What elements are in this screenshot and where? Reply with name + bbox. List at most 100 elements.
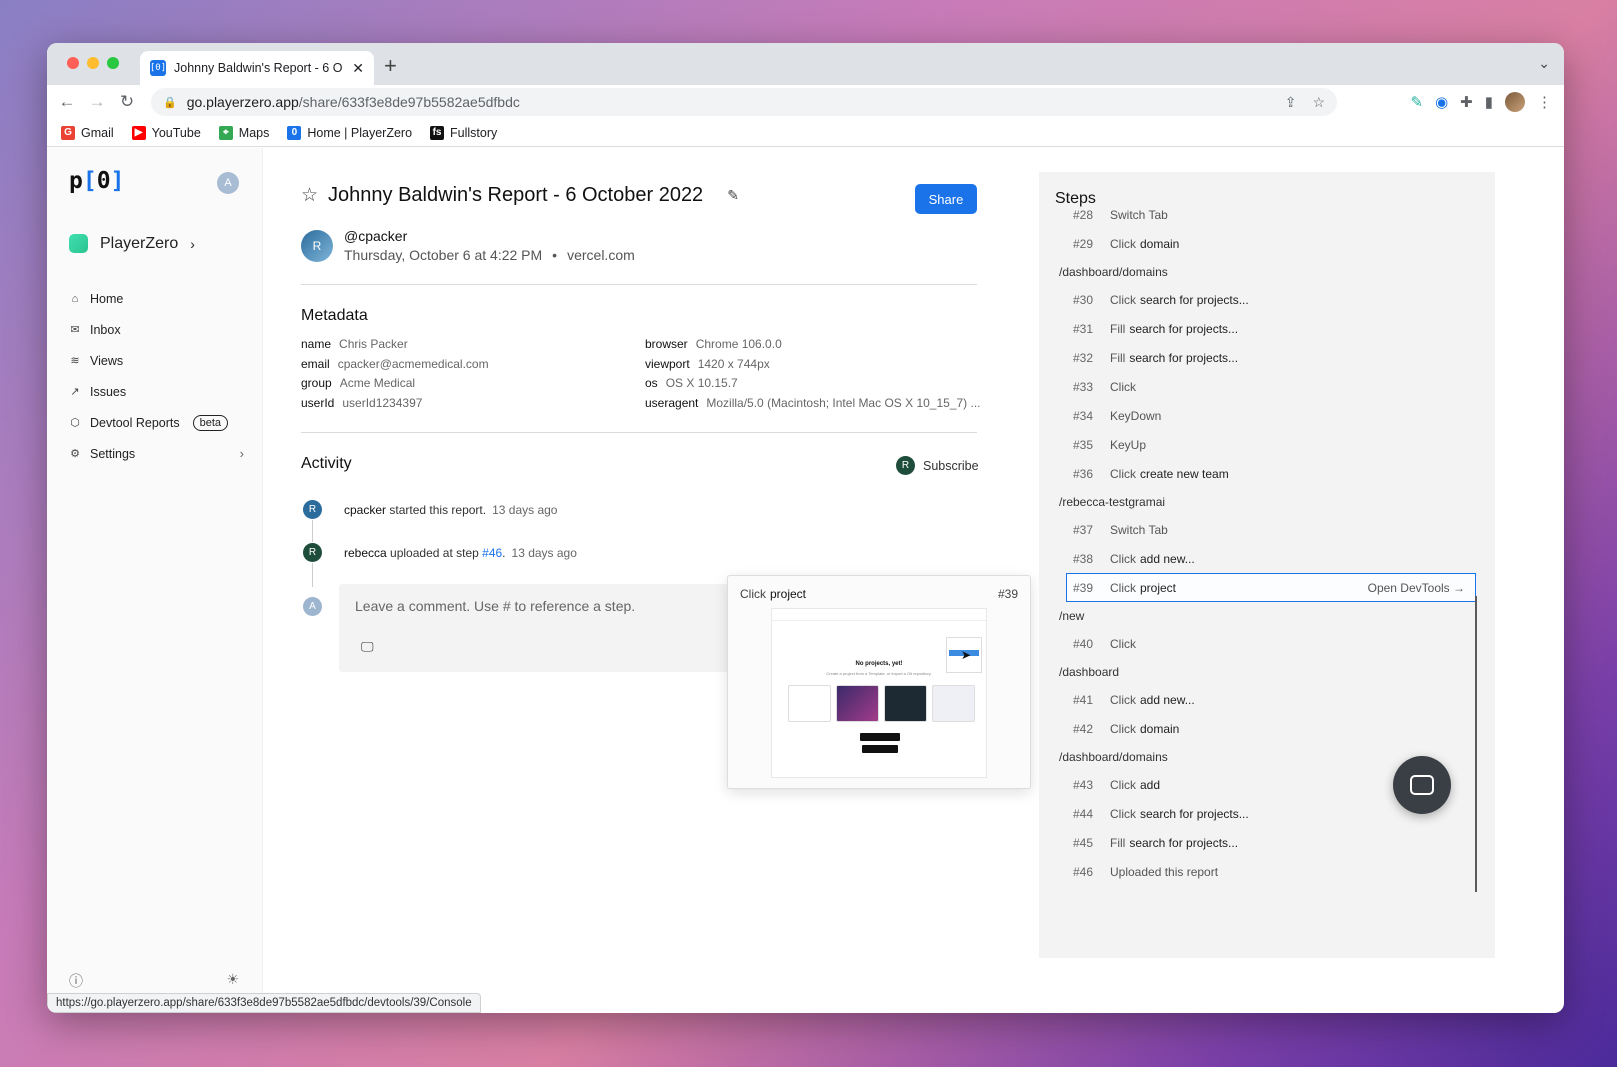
step-target: add new... xyxy=(1140,692,1195,707)
sidebar-item-inbox[interactable]: ✉ Inbox xyxy=(69,314,244,345)
browser-toolbar: ← → ↻ 🔒 go.playerzero.app/share/633f3e8d… xyxy=(47,85,1564,119)
bookmark-item[interactable]: ▶ YouTube xyxy=(131,125,201,140)
steps-scrollbar[interactable] xyxy=(1475,596,1477,892)
close-window-button[interactable] xyxy=(67,57,79,69)
divider xyxy=(301,284,977,285)
step-number: #45 xyxy=(1073,835,1094,850)
main-content: ☆ Johnny Baldwin's Report - 6 October 20… xyxy=(263,148,1564,1013)
playerzero-logo[interactable]: p[0] xyxy=(69,168,124,194)
sidebar-item-views[interactable]: ≋ Views xyxy=(69,345,244,376)
reload-icon[interactable]: ↻ xyxy=(112,92,142,112)
profile-avatar[interactable] xyxy=(1505,92,1525,112)
step-item[interactable]: #30 Click search for projects... xyxy=(1039,285,1477,314)
preview-screenshot[interactable]: No projects, yet! Create a project from … xyxy=(771,608,987,778)
step-item[interactable]: #42 Click domain xyxy=(1039,714,1477,743)
bookmark-star-icon[interactable]: ☆ xyxy=(1312,94,1325,111)
help-icon[interactable]: ⓘ xyxy=(69,971,83,991)
metadata-key: name xyxy=(301,337,332,351)
step-verb: KeyUp xyxy=(1110,437,1147,452)
sidebar-item-issues[interactable]: ↗ Issues xyxy=(69,376,244,407)
cursor-arrow-icon: ➤ xyxy=(961,648,972,662)
step-item[interactable]: #38 Click add new... xyxy=(1039,544,1477,573)
step-item[interactable]: #45 Fill search for projects... xyxy=(1039,828,1477,857)
minimize-window-button[interactable] xyxy=(87,57,99,69)
tab-search-chevron-icon[interactable]: ⌄ xyxy=(1538,55,1550,72)
share-button[interactable]: Share xyxy=(915,184,977,214)
step-verb: Click xyxy=(1110,721,1136,736)
step-item[interactable]: #41 Click add new... xyxy=(1039,685,1477,714)
bookmark-label: Home | PlayerZero xyxy=(307,125,413,140)
step-item[interactable]: #35 KeyUp xyxy=(1039,430,1477,459)
metadata-key: email xyxy=(301,356,330,371)
step-item[interactable]: #31 Fill search for projects... xyxy=(1039,314,1477,343)
step-number: #37 xyxy=(1073,522,1094,537)
kebab-menu-icon[interactable]: ⋮ xyxy=(1537,93,1552,111)
thumb-card xyxy=(884,685,927,722)
bookmark-item[interactable]: 0 Home | PlayerZero xyxy=(287,125,413,140)
activity-avatar: R xyxy=(303,500,322,519)
step-number: #36 xyxy=(1073,466,1094,481)
sidebar-item-label: Devtool Reports xyxy=(90,415,180,430)
step-number: #30 xyxy=(1073,292,1094,307)
user-avatar[interactable]: A xyxy=(217,172,239,194)
step-item[interactable]: #36 Click create new team xyxy=(1039,459,1477,488)
tab-title: Johnny Baldwin's Report - 6 O xyxy=(174,61,343,75)
step-reference-link[interactable]: #46 xyxy=(482,546,502,560)
sidebar-item-settings[interactable]: ⚙ Settings › xyxy=(69,438,244,469)
step-number: #38 xyxy=(1073,551,1094,566)
activity-text: cpacker started this report. 13 days ago xyxy=(344,503,557,517)
forward-arrow-icon[interactable]: → xyxy=(82,92,112,112)
theme-sun-icon[interactable]: ☀ xyxy=(226,971,239,991)
thumb-button xyxy=(862,745,898,753)
activity-avatar: R xyxy=(303,543,322,562)
sidebar-item-label: Inbox xyxy=(90,322,121,337)
back-arrow-icon[interactable]: ← xyxy=(52,92,82,112)
bookmark-item[interactable]: ⌖ Maps xyxy=(218,125,270,140)
subscribe-button[interactable]: R Subscribe xyxy=(896,456,979,475)
chevron-right-icon: › xyxy=(190,235,195,252)
step-item[interactable]: #34 KeyDown xyxy=(1039,401,1477,430)
org-switcher[interactable]: PlayerZero › xyxy=(69,234,195,253)
step-verb: Click xyxy=(1110,777,1136,792)
subscriber-avatar: R xyxy=(896,456,915,475)
preview-header: Click project xyxy=(740,587,806,601)
step-item[interactable]: #32 Fill search for projects... xyxy=(1039,343,1477,372)
address-bar[interactable]: 🔒 go.playerzero.app/share/633f3e8de97b55… xyxy=(151,88,1337,116)
step-preview-popup: Click project #39 No projects, yet! Creat… xyxy=(727,575,1031,789)
side-panel-icon[interactable]: ▮ xyxy=(1485,93,1493,111)
status-bar-url: https://go.playerzero.app/share/633f3e8d… xyxy=(47,993,481,1013)
metadata-row: browser Chrome 106.0.0 xyxy=(645,337,985,357)
step-item[interactable]: #46 Uploaded this report xyxy=(1039,857,1477,886)
puzzle-extensions-icon[interactable]: ✚ xyxy=(1460,93,1473,111)
sidebar-item-devtool-reports[interactable]: ⬡ Devtool Reports beta xyxy=(69,407,244,438)
bookmark-label: Maps xyxy=(238,125,270,140)
step-number: #44 xyxy=(1073,806,1094,821)
step-item-active[interactable]: #39 Click project Open DevTools → xyxy=(1066,573,1476,602)
bookmark-item[interactable]: fs Fullstory xyxy=(430,125,497,140)
sidebar-item-label: Home xyxy=(90,291,124,306)
feather-extension-icon[interactable]: ✎ xyxy=(1410,93,1423,111)
sidebar-item-home[interactable]: ⌂ Home xyxy=(69,283,244,314)
new-tab-icon[interactable]: + xyxy=(384,53,397,79)
browser-tab-active[interactable]: [0] Johnny Baldwin's Report - 6 O ✕ xyxy=(140,51,374,85)
step-number: #42 xyxy=(1073,721,1094,736)
share-page-icon[interactable]: ⇪ xyxy=(1285,94,1297,111)
open-devtools-link[interactable]: Open DevTools → xyxy=(1368,581,1465,595)
url-path: /share/633f3e8de97b5582ae5dfbdc xyxy=(298,94,520,110)
edit-pencil-icon[interactable]: ✎ xyxy=(727,187,739,204)
metadata-row: os OS X 10.15.7 xyxy=(645,376,985,396)
metadata-value: Chris Packer xyxy=(339,337,408,351)
chat-support-button[interactable] xyxy=(1393,756,1451,814)
metadata-key: group xyxy=(301,376,332,390)
step-item[interactable]: #29 Click domain xyxy=(1039,229,1477,258)
maximize-window-button[interactable] xyxy=(107,57,119,69)
step-item[interactable]: #33 Click xyxy=(1039,372,1477,401)
step-item[interactable]: #37 Switch Tab xyxy=(1039,515,1477,544)
sidebar-nav: ⌂ Home ✉ Inbox ≋ Views ↗ Issues ⬡ Devtool Reports… xyxy=(69,283,244,469)
step-item[interactable]: #40 Click xyxy=(1039,629,1477,658)
favorite-star-icon[interactable]: ☆ xyxy=(301,184,318,207)
close-tab-icon[interactable]: ✕ xyxy=(352,60,364,77)
playerzero-extension-icon[interactable]: ◉ xyxy=(1435,93,1448,111)
bookmark-item[interactable]: G Gmail xyxy=(61,125,114,140)
monitor-icon[interactable]: 🖵 xyxy=(361,639,374,655)
